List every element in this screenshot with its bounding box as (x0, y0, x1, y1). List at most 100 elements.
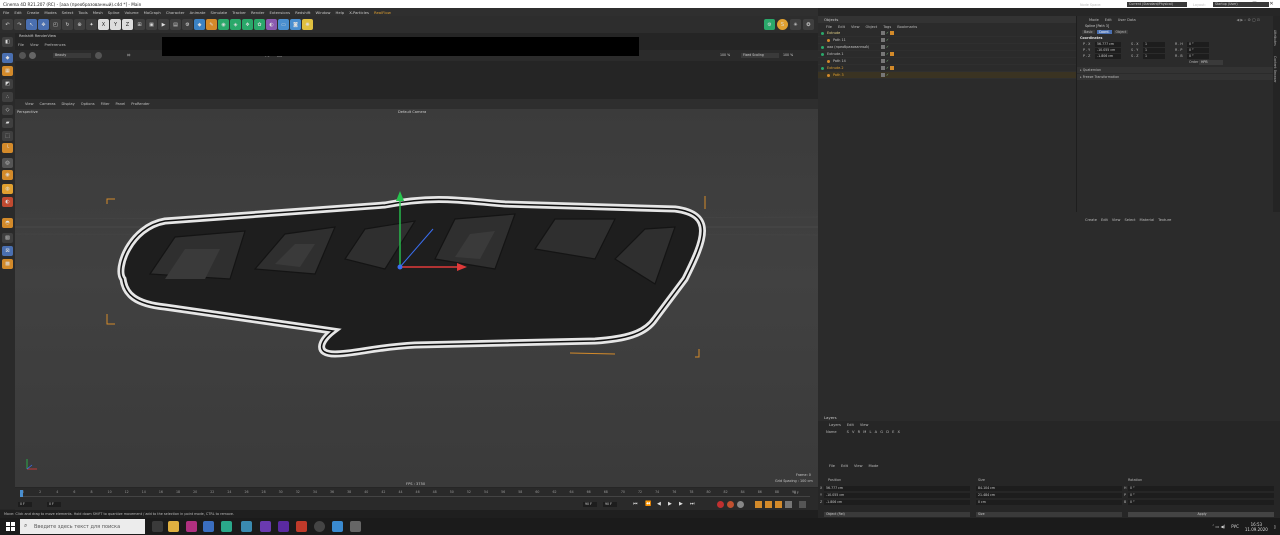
menu-item-edit[interactable]: Edit (14, 10, 21, 15)
menu-item-modes[interactable]: Modes (44, 10, 56, 15)
max-frame-field[interactable]: 90 F (583, 502, 597, 507)
floor-icon[interactable]: ▭ (278, 19, 289, 30)
app-icon-6[interactable] (350, 521, 361, 532)
scale-key-icon[interactable] (765, 501, 772, 508)
realflow-icon[interactable]: ❂ (803, 19, 814, 30)
render-settings-icon[interactable]: ⚙ (182, 19, 193, 30)
uv-mode-icon[interactable]: ⬚ (2, 131, 13, 141)
scale-field[interactable]: 1 (1143, 47, 1165, 53)
move-tool-icon[interactable]: ✥ (38, 19, 49, 30)
objects-menu-tags[interactable]: Tags (883, 25, 891, 29)
current-frame-field[interactable]: 0 F (18, 502, 32, 507)
redo-icon[interactable]: ↷ (14, 19, 25, 30)
texture-mode-icon[interactable]: ▦ (2, 66, 13, 76)
objects-menu-view[interactable]: View (851, 25, 860, 29)
light-icon[interactable]: ✺ (302, 19, 313, 30)
layers-menu-view[interactable]: View (860, 423, 869, 427)
rot-field[interactable]: 0 ° (1187, 41, 1209, 47)
workplane-icon[interactable]: ◩ (2, 79, 13, 89)
viewport-menu-view[interactable]: View (25, 102, 34, 106)
tray-date[interactable]: 11.09.2020 (1245, 527, 1268, 532)
visibility-check-icon[interactable]: ✓ (886, 38, 889, 42)
menu-item-mograph[interactable]: MoGraph (144, 10, 161, 15)
snapshot-icon[interactable] (95, 52, 102, 59)
coord-menu-file[interactable]: File (829, 464, 835, 468)
prev-frame-icon[interactable]: ◀ (657, 501, 661, 507)
extra-tool-icon[interactable]: ✦ (86, 19, 97, 30)
zoom-level-2[interactable]: 100 % (781, 53, 799, 58)
coord-size-field[interactable]: 0 cm (976, 500, 1122, 505)
coord-menu-edit[interactable]: Edit (841, 464, 848, 468)
viewport-menu-panel[interactable]: Panel (116, 102, 126, 106)
visibility-check-icon[interactable]: ✓ (886, 73, 889, 77)
menu-item-extensions[interactable]: Extensions (270, 10, 291, 15)
coord-size-field[interactable]: 21.484 cm (976, 493, 1122, 498)
redshift-object-icon[interactable]: ◍ (2, 184, 13, 194)
coord-size-field[interactable]: 84.104 cm (976, 486, 1122, 491)
pos-key-icon[interactable] (755, 501, 762, 508)
xparticles-icon[interactable]: ✳ (790, 19, 801, 30)
cube-icon[interactable]: ◆ (194, 19, 205, 30)
attr-tab-basic[interactable]: Basic (1082, 30, 1095, 34)
layout-dropdown[interactable]: Startup (User) (1213, 2, 1269, 7)
menu-item-mesh[interactable]: Mesh (93, 10, 103, 15)
pos-field[interactable]: -10.055 cm (1095, 47, 1121, 53)
play-icon[interactable]: ▶ (668, 501, 672, 507)
menu-item-spline[interactable]: Spline (108, 10, 120, 15)
menu-item-character[interactable]: Character (166, 10, 185, 15)
viewport-menu-options[interactable]: Options (81, 102, 95, 106)
coord-rotation-field[interactable]: 0 ° (1128, 493, 1274, 498)
deformer-icon[interactable]: ◐ (266, 19, 277, 30)
visibility-check-icon[interactable]: ✓ (886, 66, 889, 70)
rot-key-icon[interactable] (775, 501, 782, 508)
menu-item-select[interactable]: Select (62, 10, 74, 15)
visibility-check-icon[interactable]: ✓ (886, 31, 889, 35)
axis-lock-z-icon[interactable]: Z (122, 19, 133, 30)
mat-menu-material[interactable]: Material (1140, 218, 1155, 222)
coord-menu-mode[interactable]: Mode (869, 464, 879, 468)
objects-menu-edit[interactable]: Edit (838, 25, 845, 29)
viewport-menu-filter[interactable]: Filter (101, 102, 110, 106)
viewport-menu-display[interactable]: Display (62, 102, 75, 106)
object-row[interactable]: Extrude.2 ✓ (818, 65, 1076, 72)
object-row[interactable]: Path 3 ✓ (818, 72, 1076, 79)
menu-item-volume[interactable]: Volume (124, 10, 138, 15)
quaternion-group[interactable]: ▸ Quaternion (1077, 67, 1280, 73)
edges-mode-icon[interactable]: ◇ (2, 105, 13, 115)
coord-position-field[interactable]: 56.777 cm (824, 486, 970, 491)
coord-size-dropdown[interactable]: Size (976, 512, 1122, 517)
field-icon[interactable]: ✿ (254, 19, 265, 30)
side-tab-attributes[interactable]: Attributes (1273, 30, 1277, 46)
coord-rotation-field[interactable]: 0 ° (1128, 500, 1274, 505)
goto-start-icon[interactable]: ⏮ (633, 501, 638, 507)
render-po-icon[interactable]: ▤ (170, 19, 181, 30)
end-frame-field[interactable]: 90 F (603, 502, 617, 507)
coord-system-icon[interactable]: ⊞ (134, 19, 145, 30)
illustrator-icon[interactable] (296, 521, 307, 532)
rv-menu-file[interactable]: File (18, 43, 24, 47)
app-icon-2[interactable] (203, 521, 214, 532)
coord-position-field[interactable]: -10.055 cm (824, 493, 970, 498)
attr-menu-userdata[interactable]: User Data (1118, 18, 1136, 22)
menu-item-tools[interactable]: Tools (78, 10, 87, 15)
axis-lock-x-icon[interactable]: X (98, 19, 109, 30)
tag-icon[interactable] (890, 66, 894, 70)
goto-end-icon[interactable]: ⏭ (690, 501, 695, 507)
menu-item-file[interactable]: File (3, 10, 9, 15)
min-frame-field[interactable]: 0 F (47, 502, 61, 507)
prev-key-icon[interactable]: ⏪ (645, 501, 651, 507)
redshift-settings-icon[interactable]: ⚙ (764, 19, 775, 30)
menu-item-tracker[interactable]: Tracker (232, 10, 246, 15)
layer-box[interactable] (881, 31, 885, 35)
attr-tab-coord[interactable]: Coord. (1096, 30, 1112, 34)
layer-box[interactable] (881, 73, 885, 77)
layers-menu-layers[interactable]: Layers (829, 423, 841, 427)
app-icon-5[interactable] (332, 521, 343, 532)
layer-box[interactable] (881, 52, 885, 56)
attr-menu-edit[interactable]: Edit (1105, 18, 1112, 22)
perspective-viewport[interactable]: Perspective Default Camera FPS: 3750 Fr… (15, 109, 818, 487)
objects-menu-file[interactable]: File (826, 25, 832, 29)
tag-icon[interactable] (890, 52, 894, 56)
viewport-menu-cameras[interactable]: Cameras (40, 102, 56, 106)
render-view-icon[interactable]: ▶ (158, 19, 169, 30)
